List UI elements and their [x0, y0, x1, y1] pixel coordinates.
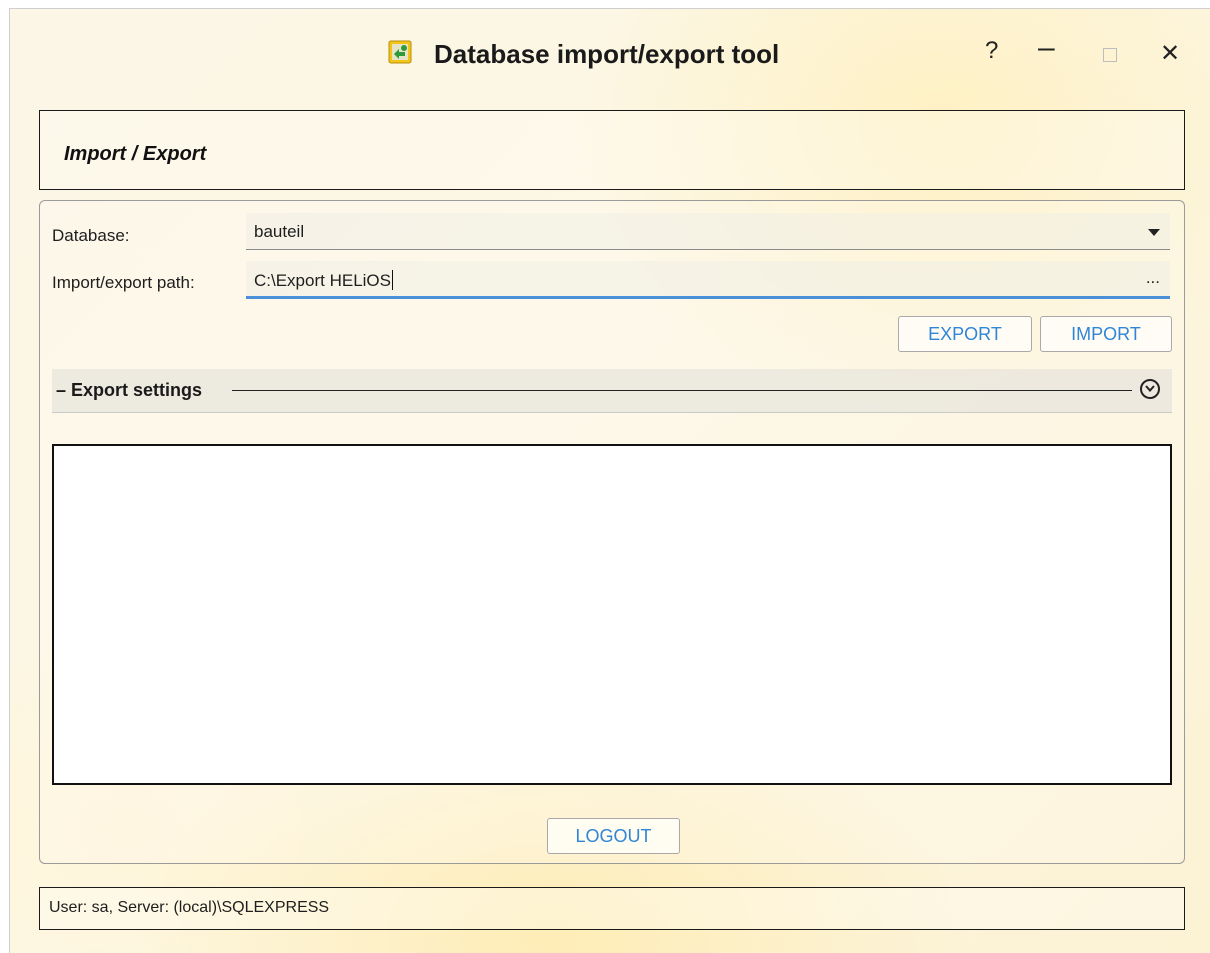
status-text: User: sa, Server: (local)\SQLEXPRESS — [49, 899, 330, 916]
import-button[interactable]: IMPORT — [1040, 316, 1172, 352]
browse-button[interactable]: ... — [1146, 268, 1160, 288]
main-panel: Database: bauteil Import/export path: C:… — [39, 200, 1185, 864]
path-value: C:\Export HELiOS — [254, 271, 391, 290]
export-button[interactable]: EXPORT — [898, 316, 1032, 352]
header-panel: Import / Export — [39, 110, 1185, 190]
help-button[interactable]: ? — [985, 37, 998, 65]
app-icon — [388, 40, 412, 64]
status-bar: User: sa, Server: (local)\SQLEXPRESS — [39, 887, 1185, 930]
page-title: Import / Export — [64, 143, 207, 165]
text-caret — [392, 270, 393, 290]
window-title: Database import/export tool — [434, 39, 780, 69]
database-value: bauteil — [254, 222, 305, 241]
close-button[interactable]: ✕ — [1160, 39, 1180, 68]
logout-button[interactable]: LOGOUT — [547, 818, 680, 854]
database-select[interactable]: bauteil — [246, 213, 1170, 250]
minimize-button[interactable]: – — [1038, 31, 1055, 65]
app-window: Database import/export tool ? – ✕ Import… — [9, 8, 1210, 953]
log-output-area[interactable] — [52, 444, 1172, 785]
chevron-down-icon[interactable] — [1148, 229, 1160, 236]
path-label: Import/export path: — [52, 273, 195, 292]
title-bar[interactable]: Database import/export tool ? – ✕ — [10, 9, 1210, 97]
expand-chevron-icon[interactable] — [1140, 379, 1160, 399]
database-label: Database: — [52, 226, 130, 245]
export-settings-label: – Export settings — [56, 380, 203, 400]
export-settings-header[interactable]: – Export settings — [52, 369, 1172, 413]
path-input[interactable]: C:\Export HELiOS ... — [246, 261, 1170, 299]
separator-line — [232, 390, 1132, 391]
maximize-button[interactable] — [1103, 48, 1117, 62]
